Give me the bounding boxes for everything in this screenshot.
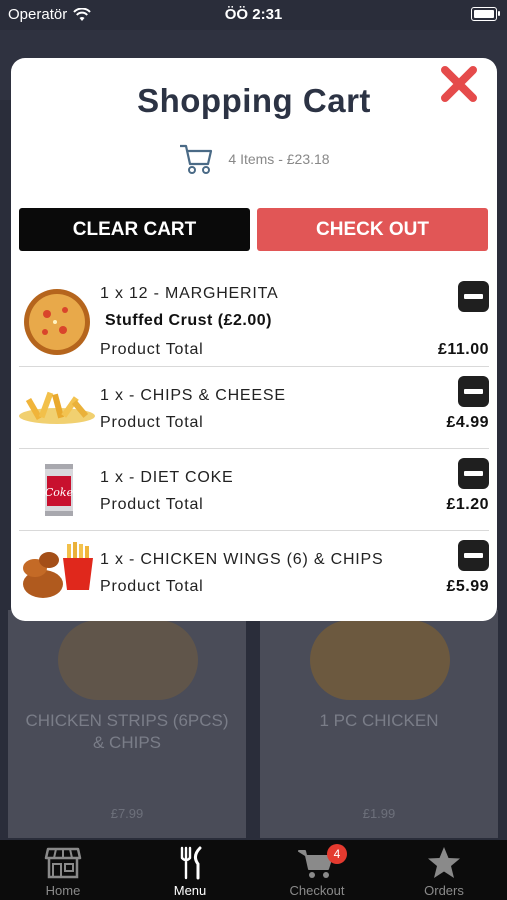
- coke-can-icon: Coke: [45, 464, 74, 516]
- remove-item-button[interactable]: [458, 376, 489, 407]
- store-icon: [44, 847, 82, 879]
- cart-item: 1 x - CHICKEN WINGS (6) & CHIPS Product …: [19, 530, 489, 612]
- menu-card-price: £1.99: [362, 806, 396, 821]
- tab-label: Menu: [173, 883, 207, 898]
- item-option: Stuffed Crust (£2.00): [105, 312, 272, 329]
- tab-home[interactable]: Home: [0, 840, 126, 900]
- product-total-label: Product Total: [100, 341, 204, 358]
- tab-label: Home: [45, 883, 81, 898]
- chips-icon: [19, 391, 95, 424]
- remove-item-button[interactable]: [458, 281, 489, 312]
- product-total-label: Product Total: [100, 496, 204, 513]
- item-name: 1 x - CHIPS & CHEESE: [100, 387, 286, 404]
- cart-summary-text: 4 Items - £23.18: [228, 151, 330, 167]
- cart-item: 1 x - CHIPS & CHEESE Product Total £4.99: [19, 366, 489, 449]
- tab-bar: Home Menu 4 Checkout Orders: [0, 840, 507, 900]
- cart-summary: 4 Items - £23.18: [11, 142, 497, 176]
- cart-item: Coke 1 x - DIET COKE Product Total £1.20: [19, 448, 489, 531]
- product-total-label: Product Total: [100, 414, 204, 431]
- tab-label: Orders: [424, 883, 464, 898]
- cart-icon: [180, 144, 213, 174]
- item-name: 1 x - CHICKEN WINGS (6) & CHIPS: [100, 551, 384, 568]
- item-price: £1.20: [446, 496, 489, 513]
- remove-item-button[interactable]: [458, 458, 489, 489]
- chicken-strips-image: [58, 620, 198, 700]
- remove-item-button[interactable]: [458, 540, 489, 571]
- item-price: £5.99: [446, 578, 489, 595]
- chicken-piece-image: [310, 620, 450, 700]
- item-price: £11.00: [437, 341, 489, 358]
- tab-orders[interactable]: Orders: [381, 840, 507, 900]
- tab-menu[interactable]: Menu: [127, 840, 253, 900]
- cart-item: 1 x 12 - MARGHERITA Stuffed Crust (£2.00…: [19, 270, 489, 367]
- menu-card[interactable]: 1 PC CHICKEN £1.99: [260, 610, 498, 838]
- clear-cart-button[interactable]: CLEAR CART: [19, 208, 250, 251]
- chicken-wings-icon: [23, 542, 93, 598]
- menu-card[interactable]: CHICKEN STRIPS (6PCS) & CHIPS £7.99: [8, 610, 246, 838]
- star-icon: [428, 847, 460, 878]
- menu-card-title: CHICKEN STRIPS (6PCS) & CHIPS: [25, 711, 229, 752]
- item-name: 1 x - DIET COKE: [100, 469, 234, 486]
- item-price: £4.99: [446, 414, 489, 431]
- fork-knife-icon: [180, 846, 202, 880]
- pizza-icon: [24, 289, 90, 355]
- battery-icon: [471, 7, 500, 21]
- page-title: Shopping Cart: [137, 82, 371, 119]
- clock: ÖÖ 2:31: [224, 6, 283, 23]
- product-total-label: Product Total: [100, 578, 204, 595]
- item-name: 1 x 12 - MARGHERITA: [100, 285, 279, 302]
- menu-card-title: 1 PC CHICKEN: [319, 711, 439, 730]
- tab-label: Checkout: [289, 883, 345, 898]
- svg-text:Coke: Coke: [45, 486, 74, 499]
- tab-checkout[interactable]: 4 Checkout: [254, 840, 380, 900]
- status-bar: Operatör ÖÖ 2:31: [0, 0, 507, 30]
- cart-count-badge: 4: [327, 844, 347, 864]
- shopping-cart-modal: Shopping Cart 4 Items - £23.18 CLEAR CAR…: [11, 58, 497, 621]
- check-out-button[interactable]: CHECK OUT: [257, 208, 488, 251]
- menu-card-price: £7.99: [110, 806, 144, 821]
